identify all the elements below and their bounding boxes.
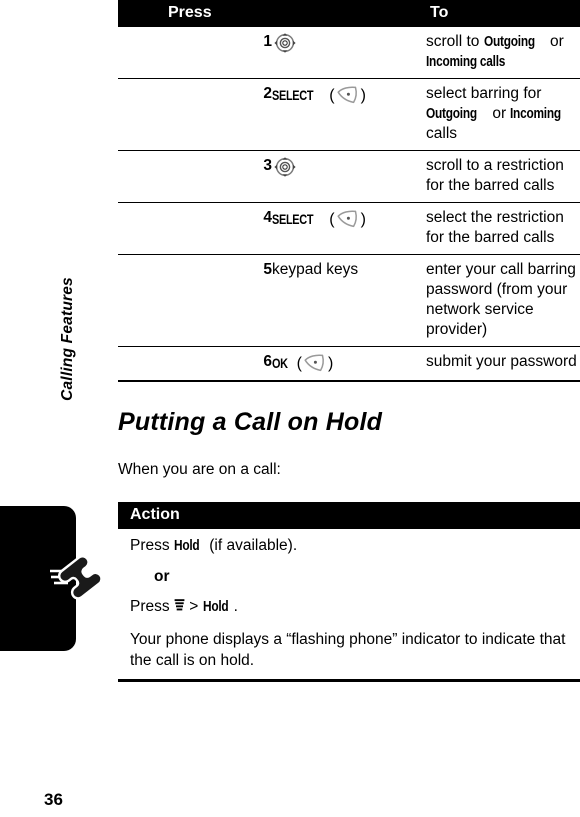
paren-open: ( — [292, 355, 302, 372]
table-bottom-double-rule — [118, 380, 580, 382]
line-keyword: Hold — [173, 538, 200, 554]
action-line-flashing-phone: Your phone displays a “flashing phone” i… — [130, 631, 566, 669]
manual-page: Calling Features Press To 1 scroll to Ou… — [0, 0, 580, 817]
table-row: 6 OK ( ) submit your password — [118, 347, 580, 381]
table-row: 2 SELECT ( ) select barring for Outgoing… — [118, 78, 580, 151]
desc-part: or — [545, 33, 564, 50]
desc-keyword: Outgoing — [483, 34, 535, 50]
paren-close: ) — [360, 87, 366, 104]
soft-key-icon — [335, 84, 361, 106]
line-part: Press — [130, 537, 174, 554]
action-table-header: Action — [118, 502, 580, 529]
line-part: > — [184, 598, 203, 615]
step-description: select barring for Outgoing or Incoming … — [426, 78, 580, 151]
navigation-key-icon — [272, 156, 298, 178]
desc-keyword: Outgoing — [426, 106, 477, 122]
step-number: 6 — [263, 353, 272, 370]
action-line-menu-hold: Press > Hold. — [130, 596, 570, 618]
table-row: 1 scroll to Outgoing or Incoming calls — [118, 27, 580, 79]
section-intro: When you are on a call: — [118, 461, 281, 478]
step-number: 3 — [118, 150, 272, 203]
desc-part: or — [488, 105, 511, 122]
step-number: 2 — [118, 78, 272, 151]
call-barring-steps-table: Press To 1 scroll to Outgoing or Incomin… — [118, 0, 580, 380]
soft-key-label: SELECT — [272, 87, 314, 103]
line-part: Press — [130, 598, 174, 615]
page-number: 36 — [44, 790, 63, 809]
table-header-row: Press To — [118, 0, 580, 27]
navigation-key-icon — [272, 32, 298, 54]
phone-handset-ringing-icon — [50, 552, 103, 604]
step-description: enter your call barring password (from y… — [426, 254, 580, 347]
step-description: submit your password — [426, 353, 577, 370]
desc-keyword: Incoming — [510, 106, 562, 122]
step-description: scroll to Outgoing or Incoming calls — [426, 27, 580, 79]
step-press-cell: OK ( ) — [272, 347, 426, 381]
column-header-press: Press — [168, 4, 212, 21]
table-row: 3 scroll to a restriction for the barred… — [118, 150, 580, 203]
line-part: . — [233, 598, 238, 615]
line-part: (if available). — [204, 537, 298, 554]
paren-close: ) — [327, 355, 334, 372]
desc-keyword: Incoming calls — [426, 54, 506, 70]
action-table-bottom-double-rule — [118, 680, 580, 682]
paren-close: ) — [360, 211, 366, 228]
step-press-cell: SELECT ( ) — [272, 78, 426, 151]
step-number: 4 — [118, 202, 272, 255]
content-column: Press To 1 scroll to Outgoing or Incomin… — [118, 0, 580, 682]
step-description: scroll to a restriction for the barred c… — [426, 150, 580, 203]
paren-open: ( — [324, 87, 335, 104]
column-header-to: To — [430, 4, 449, 21]
soft-key-icon — [302, 352, 328, 374]
step-press-cell: keypad keys — [272, 254, 426, 347]
line-keyword: Hold — [202, 599, 229, 615]
desc-part: calls — [426, 125, 458, 142]
step-press-cell: SELECT ( ) — [272, 202, 426, 255]
soft-key-icon — [335, 208, 361, 230]
soft-key-label: OK — [272, 355, 288, 371]
chapter-label: Calling Features — [59, 277, 76, 401]
step-press-cell — [272, 150, 426, 203]
desc-part: select barring for — [426, 85, 542, 102]
table-row: 5 keypad keys enter your call barring pa… — [118, 254, 580, 347]
paren-open: ( — [324, 211, 335, 228]
soft-key-label: SELECT — [272, 211, 314, 227]
table-row: 4 SELECT ( ) select the restriction for … — [118, 202, 580, 255]
action-table-body: Press Hold (if available). or Press > Ho… — [118, 529, 580, 680]
side-rail: Calling Features — [0, 0, 118, 817]
action-table: Action Press Hold (if available). or Pre… — [118, 502, 580, 682]
step-number: 1 — [118, 27, 272, 79]
step-description: select the restriction for the barred ca… — [426, 202, 580, 255]
action-or-label: or — [154, 568, 170, 585]
desc-part: scroll to — [426, 33, 484, 50]
action-line-press-hold: Press Hold (if available). — [130, 535, 570, 557]
step-press-cell — [272, 27, 426, 79]
page-title: Putting a Call on Hold — [118, 408, 383, 436]
step-number: 5 — [118, 254, 272, 347]
menu-key-icon — [174, 598, 185, 613]
